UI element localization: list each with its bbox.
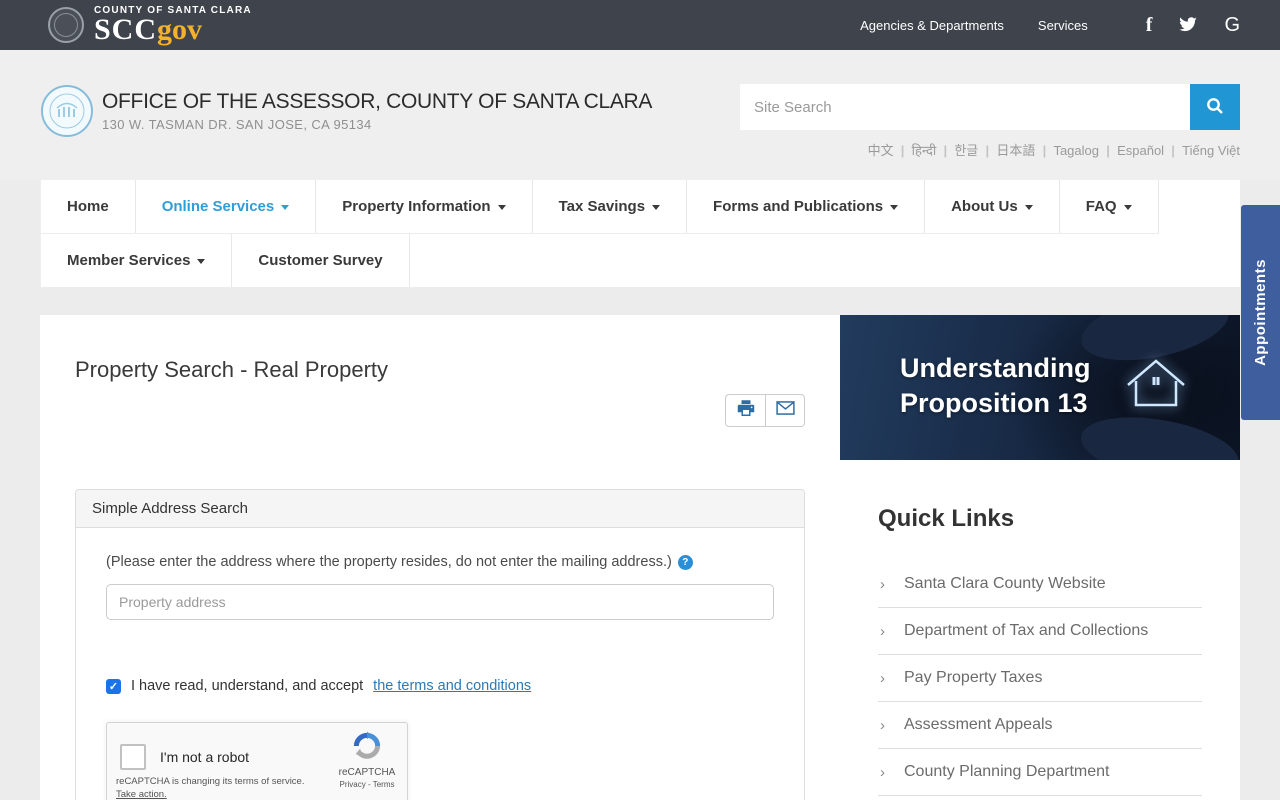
share-button-group [40,394,805,427]
main-content: Property Search - Real Property Simple A… [40,315,840,800]
terms-checkbox[interactable]: ✓ [106,678,121,694]
chevron-right-icon: › [880,763,885,781]
email-icon [775,401,795,420]
chevron-right-icon: › [880,622,885,640]
print-icon [737,399,755,422]
recaptcha-label: I'm not a robot [160,749,250,765]
recaptcha-logo-icon [352,731,382,765]
quick-links-title: Quick Links [878,505,1015,532]
chevron-down-icon [1024,205,1033,210]
simple-address-search-panel: Simple Address Search (Please enter the … [75,489,805,800]
lang-korean[interactable]: 한글 [954,143,996,158]
nav-faq[interactable]: FAQ [1060,180,1159,233]
assessor-seal-icon [40,84,94,143]
appointments-tab[interactable]: Appointments [1241,205,1280,420]
terms-text: I have read, understand, and accept [131,678,364,694]
property-address-input[interactable] [106,584,774,620]
recaptcha-widget: I'm not a robot reCAPTCHA is changing it… [106,722,408,800]
recaptcha-notice: reCAPTCHA is changing its terms of servi… [116,776,305,787]
quicklink-pay-property-taxes[interactable]: › Pay Property Taxes [878,655,1202,702]
chevron-down-icon [197,259,206,264]
lang-tagalog[interactable]: Tagalog [1053,143,1117,158]
site-header: OFFICE OF THE ASSESSOR, COUNTY OF SANTA … [0,50,1280,180]
services-link[interactable]: Services [1038,18,1088,33]
quick-links-section: Quick Links › Santa Clara County Website… [840,460,1240,800]
nav-about-us[interactable]: About Us [925,180,1060,233]
email-button[interactable] [765,394,805,427]
chevron-right-icon: › [880,716,885,734]
recaptcha-privacy-link[interactable]: Privacy [340,780,366,789]
language-switcher: 中文हिन्दी한글日本語TagalogEspañolTiếng Việt [740,140,1240,159]
twitter-icon[interactable] [1178,17,1198,33]
lang-spanish[interactable]: Español [1117,143,1182,158]
chevron-down-icon [652,205,661,210]
main-navigation: Home Online Services Property Informatio… [40,180,1240,287]
house-icon [1124,355,1188,418]
quicklink-assessment-appeals[interactable]: › Assessment Appeals [878,702,1202,749]
chevron-right-icon: › [880,669,885,687]
sidebar: Understanding Proposition 13 Quick Links… [840,315,1240,800]
chevron-down-icon [497,205,506,210]
recaptcha-terms-link[interactable]: Terms [373,780,395,789]
help-icon[interactable]: ? [677,554,693,570]
google-icon[interactable]: G [1224,14,1240,37]
nav-property-information[interactable]: Property Information [316,180,533,233]
nav-customer-survey[interactable]: Customer Survey [232,234,410,287]
lang-vietnamese[interactable]: Tiếng Việt [1182,143,1240,158]
instruction-text: (Please enter the address where the prop… [106,554,672,570]
nav-home[interactable]: Home [40,180,136,233]
recaptcha-brand: reCAPTCHA [338,767,396,778]
search-icon [1206,97,1224,118]
facebook-icon[interactable]: f [1146,14,1153,37]
nav-tax-savings[interactable]: Tax Savings [533,180,688,233]
recaptcha-checkbox[interactable] [120,744,146,770]
chevron-right-icon: › [880,575,885,593]
nav-online-services[interactable]: Online Services [136,180,317,233]
site-address: 130 W. TASMAN DR. SAN JOSE, CA 95134 [102,117,372,132]
top-bar: COUNTY OF SANTA CLARA sccgov Agencies & … [0,0,1280,50]
recaptcha-take-action-link[interactable]: Take action. [116,789,167,800]
quicklink-county-planning[interactable]: › County Planning Department [878,749,1202,796]
brand-scc: scc [94,12,158,46]
sccgov-logo[interactable]: COUNTY OF SANTA CLARA sccgov [48,5,252,46]
proposition-13-banner[interactable]: Understanding Proposition 13 [840,315,1240,460]
agencies-departments-link[interactable]: Agencies & Departments [860,18,1004,33]
chevron-down-icon [281,205,290,210]
chevron-down-icon [890,205,899,210]
brand-gov: gov [157,12,203,46]
site-search-input[interactable] [740,84,1190,130]
nav-member-services[interactable]: Member Services [40,234,233,287]
lang-chinese[interactable]: 中文 [868,143,912,158]
chevron-down-icon [1123,205,1132,210]
terms-and-conditions-link[interactable]: the terms and conditions [373,678,531,694]
site-title: OFFICE OF THE ASSESSOR, COUNTY OF SANTA … [102,90,653,113]
quicklink-county-website[interactable]: › Santa Clara County Website [878,561,1202,608]
panel-title: Simple Address Search [76,490,804,528]
page-title: Property Search - Real Property [75,357,389,382]
county-seal-icon [48,7,84,43]
quicklink-tax-and-collections[interactable]: › Department of Tax and Collections [878,608,1202,655]
print-button[interactable] [725,394,765,427]
nav-forms-and-publications[interactable]: Forms and Publications [687,180,926,233]
lang-hindi[interactable]: हिन्दी [912,143,955,158]
banner-title: Understanding Proposition 13 [900,353,1091,418]
lang-japanese[interactable]: 日本語 [996,143,1053,158]
search-button[interactable] [1190,84,1240,130]
